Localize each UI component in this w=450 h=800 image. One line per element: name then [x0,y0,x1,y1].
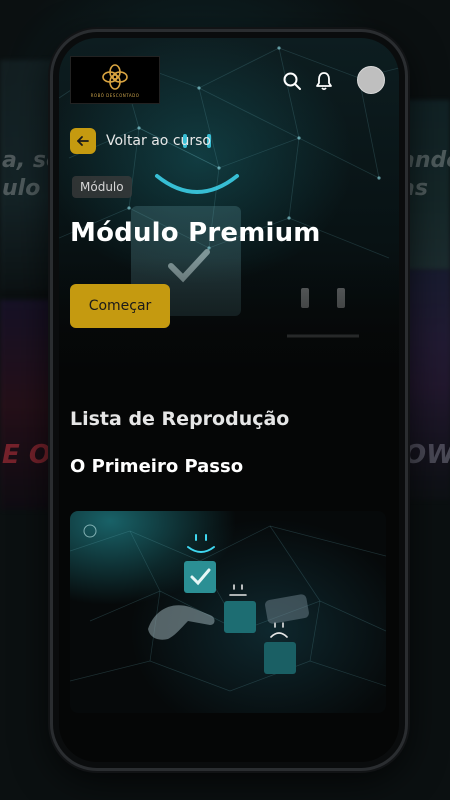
background-text: ando [400,148,450,173]
notifications-button[interactable] [313,70,335,92]
lesson-thumbnail[interactable] [70,511,386,713]
logo-mark-icon [102,64,128,90]
avatar[interactable] [357,66,385,94]
background-poster [0,60,58,290]
background-poster [0,300,58,510]
lesson-title[interactable]: O Primeiro Passo [70,456,243,477]
hero-fade [59,258,399,398]
playlist-heading: Lista de Reprodução [70,408,290,430]
phone-frame: ROBÔ DESCONTADO Voltar ao curso Módulo M… [53,32,405,768]
back-arrow-icon [70,128,96,154]
hand-touching-checkbox-icon [70,524,386,692]
module-tag: Módulo [72,176,132,198]
app-stage: a, sou ulo co ando as E OF OW [0,0,450,800]
search-icon [283,72,301,90]
search-button[interactable] [281,70,303,92]
back-label: Voltar ao curso [106,133,211,149]
start-button[interactable]: Começar [70,284,170,328]
module-title: Módulo Premium [70,218,321,248]
logo-caption: ROBÔ DESCONTADO [90,93,140,98]
phone-screen: ROBÔ DESCONTADO Voltar ao curso Módulo M… [59,38,399,762]
bell-icon [316,72,332,91]
logo[interactable]: ROBÔ DESCONTADO [70,56,160,104]
background-text: OW [404,440,450,470]
back-to-course-button[interactable]: Voltar ao curso [70,128,211,154]
